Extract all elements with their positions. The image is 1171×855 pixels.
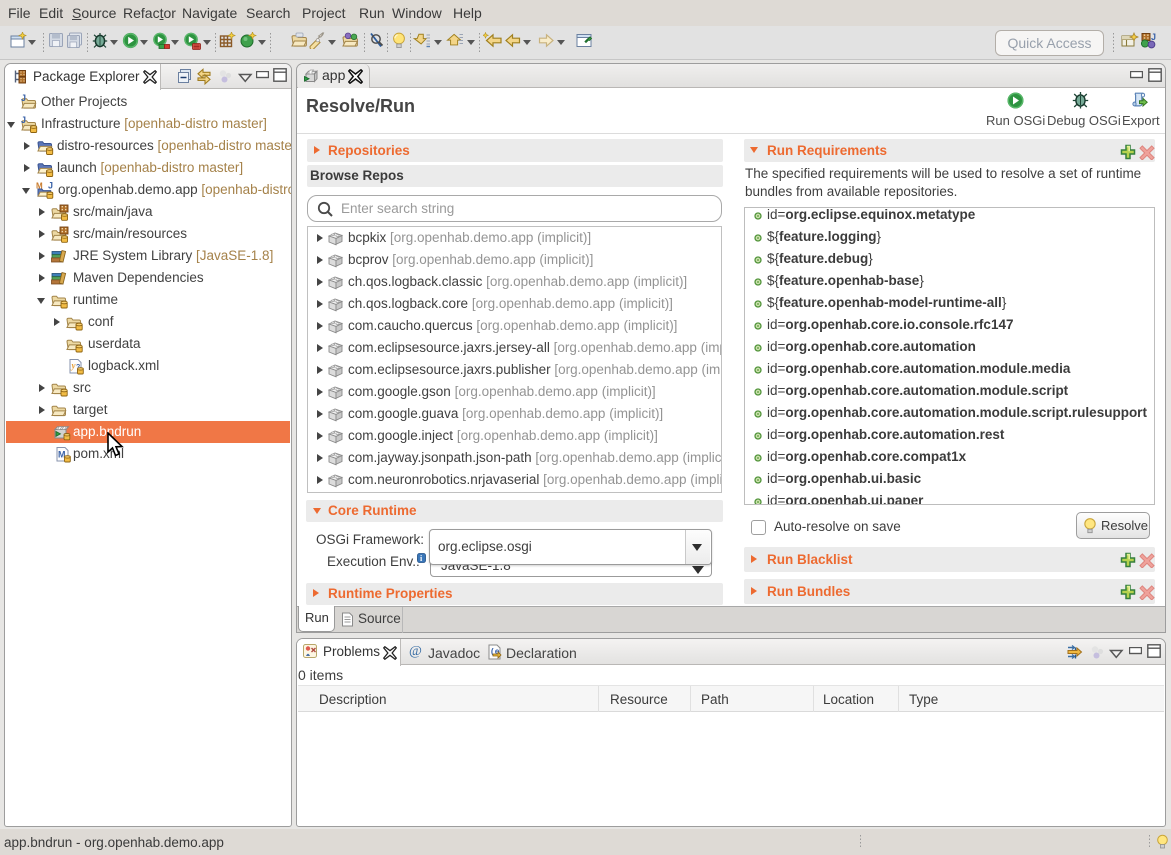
svg-text:J: J bbox=[1151, 32, 1156, 42]
svg-text:J: J bbox=[48, 182, 53, 191]
svg-text:J: J bbox=[21, 116, 26, 125]
svg-text:J: J bbox=[21, 94, 26, 103]
